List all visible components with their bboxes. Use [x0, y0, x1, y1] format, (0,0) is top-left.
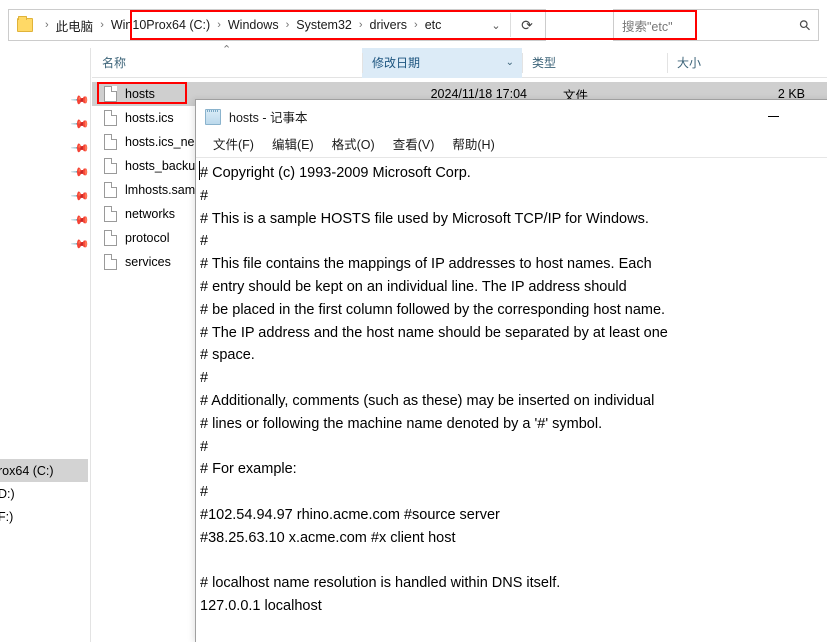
file-icon: [104, 206, 117, 222]
address-divider: [510, 13, 511, 37]
column-label-type: 类型: [532, 56, 557, 70]
nav-pin-row[interactable]: 📌: [70, 208, 90, 232]
pin-icon: 📌: [69, 113, 91, 135]
breadcrumb-separator: ›: [285, 19, 290, 31]
text-line: # For example:: [200, 461, 297, 478]
text-line: [200, 618, 827, 641]
file-icon: [104, 86, 117, 102]
column-header-size[interactable]: 大小: [667, 48, 787, 78]
text-line: # Additionally, comments (such as these)…: [200, 392, 655, 409]
text-line: # localhost name resolution is handled w…: [200, 575, 561, 592]
folder-icon: [17, 16, 33, 32]
pin-icon: 📌: [69, 233, 91, 255]
text-caret: [199, 161, 200, 180]
breadcrumb-separator: ›: [217, 19, 221, 31]
nav-pin-row[interactable]: 📌: [70, 136, 90, 160]
breadcrumb-system32[interactable]: System32: [295, 18, 353, 32]
notepad-titlebar[interactable]: hosts - 记事本: [196, 100, 827, 133]
address-bar-row: › 此电脑 › Win10Prox64 (C:) › Windows › Sys…: [0, 9, 827, 41]
file-icon: [104, 230, 117, 246]
menu-format[interactable]: 格式(O): [323, 133, 384, 158]
breadcrumb-c-drive[interactable]: Win10Prox64 (C:): [110, 18, 211, 32]
text-line: #: [200, 233, 209, 250]
breadcrumb-windows[interactable]: Windows: [227, 18, 280, 32]
refresh-icon[interactable]: ⟳: [513, 10, 541, 40]
pin-icon: 📌: [69, 161, 91, 183]
nav-pin-row[interactable]: 📌: [70, 88, 90, 112]
text-line: [200, 550, 827, 573]
chevron-down-icon[interactable]: ⌄: [506, 57, 514, 68]
menu-view[interactable]: 查看(V): [384, 133, 444, 158]
notepad-menubar: 文件(F) 编辑(E) 格式(O) 查看(V) 帮助(H): [196, 133, 827, 158]
menu-file[interactable]: 文件(F): [204, 133, 263, 158]
sidebar-item-label: rox64 (C:): [0, 463, 54, 478]
notepad-icon: [205, 108, 221, 125]
notepad-window: hosts - 记事本 文件(F) 编辑(E) 格式(O) 查看(V) 帮助(H…: [195, 99, 827, 642]
text-line: # lines or following the machine name de…: [200, 415, 603, 432]
file-icon: [104, 134, 117, 150]
pin-icon: 📌: [69, 185, 91, 207]
breadcrumb-separator: ›: [45, 19, 49, 31]
column-label-size: 大小: [677, 56, 702, 70]
notepad-window-title: hosts - 记事本: [229, 111, 308, 125]
text-line: #: [200, 370, 209, 387]
nav-divider: [90, 48, 91, 642]
search-input[interactable]: 搜索"etc" ⚲: [613, 9, 819, 41]
menu-help[interactable]: 帮助(H): [443, 133, 503, 158]
breadcrumb-separator: ›: [358, 19, 363, 31]
text-line: # be placed in the first column followed…: [200, 301, 666, 318]
pin-icon: 📌: [69, 209, 91, 231]
column-label-name: 名称: [102, 56, 127, 70]
text-line: 127.0.0.1 localhost: [200, 598, 322, 615]
nav-pin-column: 📌 📌 📌 📌 📌 📌 📌: [70, 88, 90, 256]
notepad-text-area[interactable]: # Copyright (c) 1993-2009 Microsoft Corp…: [196, 159, 827, 642]
text-line: #: [200, 187, 209, 204]
chevron-down-icon[interactable]: ⌄: [483, 10, 509, 40]
breadcrumb-separator: ›: [100, 19, 104, 31]
text-line: # The IP address and the host name shoul…: [200, 324, 668, 341]
text-line: # This is a sample HOSTS file used by Mi…: [200, 210, 649, 227]
nav-pin-row[interactable]: 📌: [70, 160, 90, 184]
minimize-button[interactable]: [751, 100, 795, 133]
text-line: # Copyright (c) 1993-2009 Microsoft Corp…: [200, 165, 471, 181]
column-header-row: 名称 修改日期 ⌄ 类型 大小: [92, 47, 827, 78]
sidebar-drive-list: rox64 (C:) D:) F:): [0, 459, 88, 528]
pin-icon: 📌: [69, 137, 91, 159]
breadcrumb-etc[interactable]: etc: [424, 18, 443, 32]
file-icon: [104, 110, 117, 126]
column-header-type[interactable]: 类型: [522, 48, 667, 78]
address-bar[interactable]: › 此电脑 › Win10Prox64 (C:) › Windows › Sys…: [8, 9, 546, 41]
column-header-date[interactable]: 修改日期 ⌄: [362, 47, 522, 78]
sort-ascending-icon: ⌃: [222, 44, 232, 56]
sidebar-item-d-drive[interactable]: D:): [0, 482, 88, 505]
menu-edit[interactable]: 编辑(E): [263, 133, 323, 158]
column-label-date: 修改日期: [372, 56, 421, 70]
nav-pin-row[interactable]: 📌: [70, 184, 90, 208]
breadcrumb-this-pc[interactable]: 此电脑: [55, 16, 95, 35]
text-line: # entry should be kept on an individual …: [200, 278, 627, 295]
breadcrumb-drivers[interactable]: drivers: [369, 18, 409, 32]
text-line: #102.54.94.97 rhino.acme.com #source ser…: [200, 506, 500, 523]
sidebar-item-c-drive[interactable]: rox64 (C:): [0, 459, 88, 482]
text-line: #38.25.63.10 x.acme.com #x client host: [200, 529, 456, 546]
minimize-icon: [767, 115, 779, 118]
breadcrumb-separator: ›: [414, 19, 418, 31]
nav-pin-row[interactable]: 📌: [70, 232, 90, 256]
text-line: # This file contains the mappings of IP …: [200, 256, 652, 273]
sidebar-item-f-drive[interactable]: F:): [0, 505, 88, 528]
text-line: #: [200, 438, 209, 455]
search-placeholder: 搜索"etc": [622, 19, 673, 34]
sidebar-item-label: D:): [0, 486, 15, 501]
text-line: #: [200, 484, 209, 501]
pin-icon: 📌: [69, 89, 91, 111]
file-icon: [104, 254, 117, 270]
file-icon: [104, 158, 117, 174]
nav-pin-row[interactable]: 📌: [70, 112, 90, 136]
text-line: # space.: [200, 347, 255, 364]
file-icon: [104, 182, 117, 198]
sidebar-item-label: F:): [0, 509, 14, 524]
